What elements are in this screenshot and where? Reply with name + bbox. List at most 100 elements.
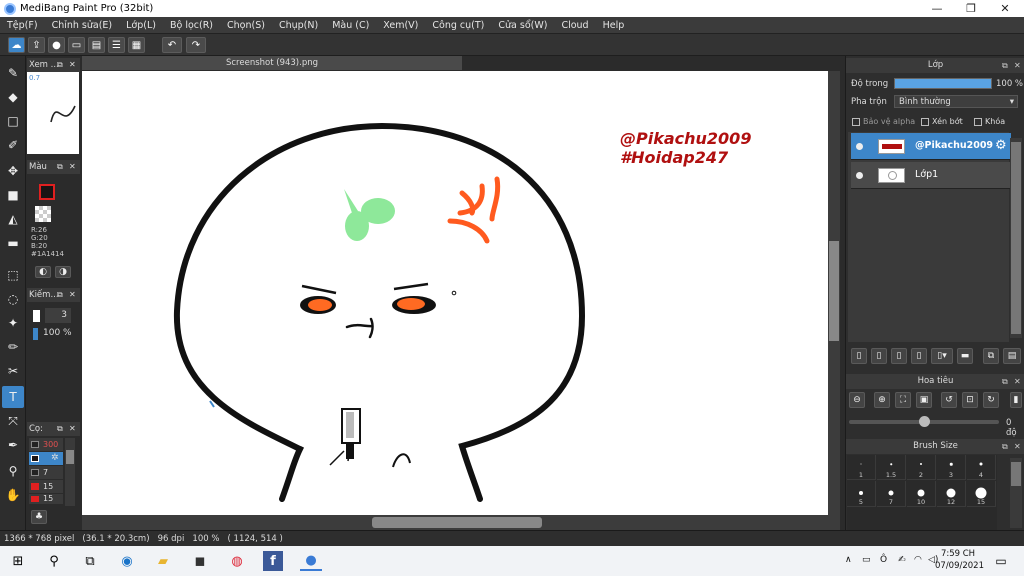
comment-icon[interactable]: ● [48, 37, 65, 53]
new-halftone-layer-icon[interactable]: ▯ [911, 348, 927, 364]
move-tool-icon[interactable]: ✥ [2, 160, 24, 182]
pen-icon[interactable]: ✍ [898, 555, 906, 565]
divide-tool-icon[interactable]: ✒ [2, 434, 24, 456]
dot-tool-icon[interactable]: ✐ [2, 134, 24, 156]
windows-start-icon[interactable]: ⊞ [7, 551, 29, 571]
lasso-tool-icon[interactable]: ◌ [2, 288, 24, 310]
brush-item-2[interactable]: ✲ [29, 452, 63, 465]
scroll-thumb[interactable] [1011, 142, 1021, 334]
rotation-slider-handle[interactable] [919, 416, 930, 427]
blend-mode-select[interactable]: Bình thường ▾ [894, 95, 1018, 108]
brush-item-3[interactable]: 7 [29, 466, 63, 479]
store-icon[interactable]: ◼ [189, 551, 211, 571]
layer-item-pikachu[interactable]: @Pikachu2009 ⚙ [851, 133, 1011, 160]
eye-icon[interactable] [856, 143, 863, 150]
brush-size-1[interactable]: 1 [847, 455, 876, 480]
popout-icon[interactable]: ⧉ [57, 160, 63, 174]
scroll-thumb[interactable] [829, 241, 839, 341]
brush-size-2[interactable]: 2 [907, 455, 936, 480]
notification-icon[interactable]: ▭ [990, 551, 1012, 571]
navigator-mini-preview[interactable]: 0.7 [27, 72, 79, 154]
menu-file[interactable]: Tệp(F) [0, 20, 45, 31]
brush-size-12[interactable]: 12 [937, 481, 966, 507]
search-icon[interactable]: ⚲ [43, 551, 65, 571]
menu-color[interactable]: Màu (C) [325, 20, 376, 31]
drawing-canvas[interactable]: @Pikachu2009 #Hoidap247 [82, 71, 828, 515]
popout-icon[interactable]: ⧉ [1002, 58, 1008, 73]
flip-icon[interactable]: ▮ [1010, 392, 1022, 408]
select-tool-icon[interactable]: ⬚ [2, 264, 24, 286]
document-icon[interactable]: ▤ [88, 37, 105, 53]
pen-size-value[interactable]: 3 [45, 308, 71, 323]
select-pen-icon[interactable]: ✏ [2, 336, 24, 358]
usb-icon[interactable]: Ô [880, 555, 887, 565]
brush-size-15[interactable]: 15 [967, 481, 996, 507]
layer-item-layer1[interactable]: Lớp1 [851, 162, 1011, 189]
zoom-out-icon[interactable]: ⊖ [849, 392, 865, 408]
brush-item-4[interactable]: 15 [29, 480, 63, 493]
new-layer-8bit-icon[interactable]: ▯ [871, 348, 887, 364]
actual-size-icon[interactable]: ▣ [916, 392, 932, 408]
minimize-button[interactable]: — [920, 0, 954, 17]
redo-icon[interactable]: ↷ [186, 37, 206, 53]
brush-size-7[interactable]: 7 [877, 481, 906, 507]
opacity-slider[interactable] [894, 78, 992, 89]
brush-add-icon[interactable]: ♣ [31, 510, 47, 524]
edge-icon[interactable]: ◉ [116, 551, 138, 571]
menu-filter[interactable]: Bộ lọc(R) [163, 20, 220, 31]
brush-size-5[interactable]: 5 [847, 481, 876, 507]
scroll-thumb[interactable] [372, 517, 542, 528]
select-eraser-icon[interactable]: ✂ [2, 360, 24, 382]
layer-menu-icon[interactable]: ▤ [1003, 348, 1021, 364]
menu-snap[interactable]: Chụp(N) [272, 20, 325, 31]
close-icon[interactable]: ✕ [1014, 439, 1021, 454]
brush-size-4[interactable]: 4 [967, 455, 996, 480]
new-layer-1bit-icon[interactable]: ▯ [891, 348, 907, 364]
eraser-tool-icon[interactable]: ◆ [2, 86, 24, 108]
zoom-in-icon[interactable]: ⊕ [874, 392, 890, 408]
medibang-taskbar-icon[interactable]: ● [300, 551, 322, 571]
gear-icon[interactable]: ⚙ [995, 138, 1007, 153]
menu-window[interactable]: Cửa sổ(W) [491, 20, 554, 31]
brush-settings-icon[interactable]: ✲ [51, 452, 59, 465]
brush-size-1-5[interactable]: 1.5 [877, 455, 906, 480]
popout-icon[interactable]: ⧉ [57, 288, 63, 302]
popout-icon[interactable]: ⧉ [57, 422, 63, 436]
brush-size-3[interactable]: 3 [937, 455, 966, 480]
fill-rect-tool-icon[interactable]: ■ [2, 184, 24, 206]
brush-list-scrollbar[interactable] [65, 438, 75, 506]
palette-icon[interactable]: ◐ [35, 266, 51, 278]
close-icon[interactable]: ✕ [69, 58, 76, 72]
menu-layer[interactable]: Lớp(L) [119, 20, 163, 31]
close-icon[interactable]: ✕ [1014, 374, 1021, 389]
protect-alpha-checkbox[interactable]: Bảo vệ alpha [852, 117, 915, 126]
reset-rotation-icon[interactable]: ⊡ [962, 392, 978, 408]
popout-icon[interactable]: ⧉ [1002, 374, 1008, 389]
close-icon[interactable]: ✕ [1014, 58, 1021, 73]
operation-tool-icon[interactable]: ⤧ [2, 410, 24, 432]
canvas-horizontal-scrollbar[interactable] [82, 515, 840, 530]
facebook-icon[interactable]: f [263, 551, 283, 571]
clock[interactable]: 7:59 CH 07/09/2021 [935, 548, 984, 572]
task-view-icon[interactable]: ⧉ [79, 551, 101, 571]
grid-icon[interactable]: ▦ [128, 37, 145, 53]
rotation-slider[interactable] [849, 416, 999, 427]
list-icon[interactable]: ☰ [108, 37, 125, 53]
add-layer-menu-icon[interactable]: ▯▾ [931, 348, 953, 364]
clipping-checkbox[interactable]: Xén bớt [921, 117, 963, 126]
pen-opacity-value[interactable]: 100 % [43, 328, 72, 338]
close-icon[interactable]: ✕ [69, 160, 76, 174]
layer-list-scrollbar[interactable] [1010, 138, 1022, 338]
cloud-icon[interactable]: ☁ [8, 37, 25, 53]
gradient-tool-icon[interactable]: ▬ [2, 232, 24, 254]
menu-select[interactable]: Chọn(S) [220, 20, 272, 31]
wifi-icon[interactable]: ◠ [914, 555, 922, 565]
close-button[interactable]: ✕ [988, 0, 1022, 17]
rotate-left-icon[interactable]: ↺ [941, 392, 957, 408]
new-layer-icon[interactable]: ▯ [851, 348, 867, 364]
popout-icon[interactable]: ⧉ [57, 58, 63, 72]
menu-help[interactable]: Help [596, 20, 632, 31]
text-tool-icon[interactable]: T [2, 386, 24, 408]
eyedropper-icon[interactable]: ⚲ [2, 460, 24, 482]
brush-item-1[interactable]: 300 [29, 438, 63, 451]
